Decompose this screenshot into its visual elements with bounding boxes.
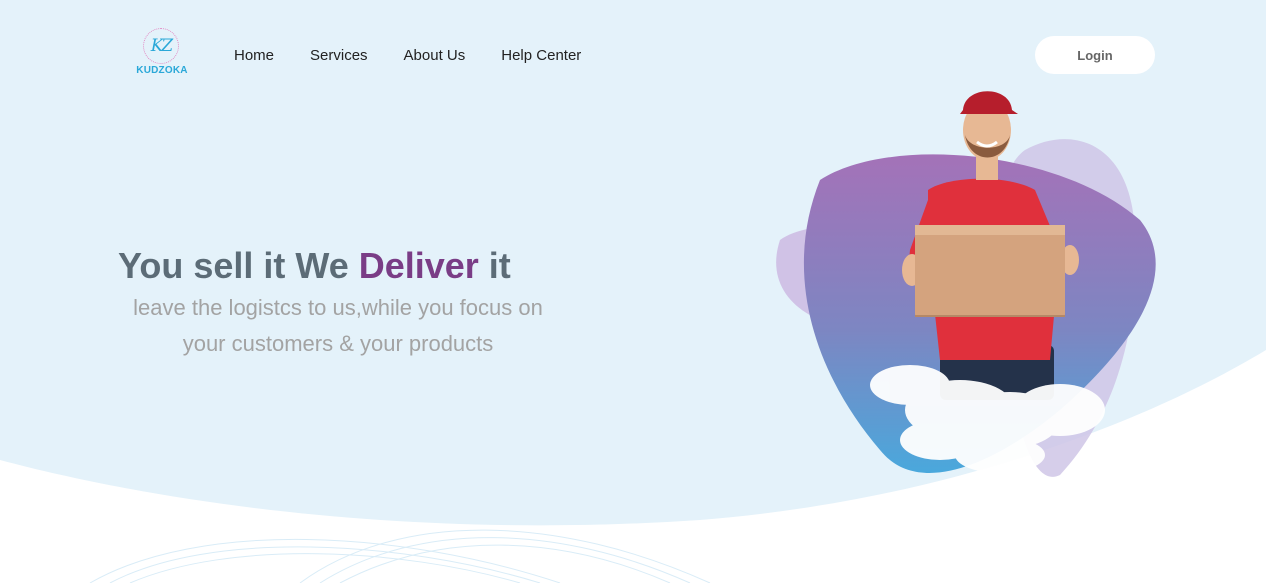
subtitle-line-1: leave the logistcs to us,while you focus…: [133, 295, 543, 320]
cardboard-box: [915, 225, 1065, 317]
headline-part-1: You sell it We: [118, 245, 359, 286]
main-nav: Home Services About Us Help Center: [234, 46, 617, 66]
login-button[interactable]: Login: [1035, 36, 1155, 74]
headline-accent: Deliver: [358, 245, 479, 286]
nav-item-help-center[interactable]: Help Center: [501, 46, 581, 66]
subtitle-line-2: your customers & your products: [182, 331, 494, 356]
hero-subtitle: leave the logistcs to us,while you focus…: [110, 290, 566, 362]
hero-headline: You sell it We Deliver it: [118, 244, 511, 288]
logo[interactable]: KZ KUDZOKA: [136, 28, 188, 78]
nav-item-about-us[interactable]: About Us: [404, 46, 466, 66]
red-cap: [960, 91, 1018, 114]
logo-mark: KZ: [143, 28, 179, 64]
nav-item-home[interactable]: Home: [234, 46, 274, 66]
delivery-man-illustration: [776, 91, 1156, 477]
logo-text: KUDZOKA: [136, 65, 188, 76]
cardboard-box-top: [915, 225, 1065, 235]
nav-item-services[interactable]: Services: [310, 46, 368, 66]
landing-page: KZ KUDZOKA Home Services About Us Help C…: [0, 0, 1266, 583]
headline-part-2: it: [478, 245, 511, 286]
